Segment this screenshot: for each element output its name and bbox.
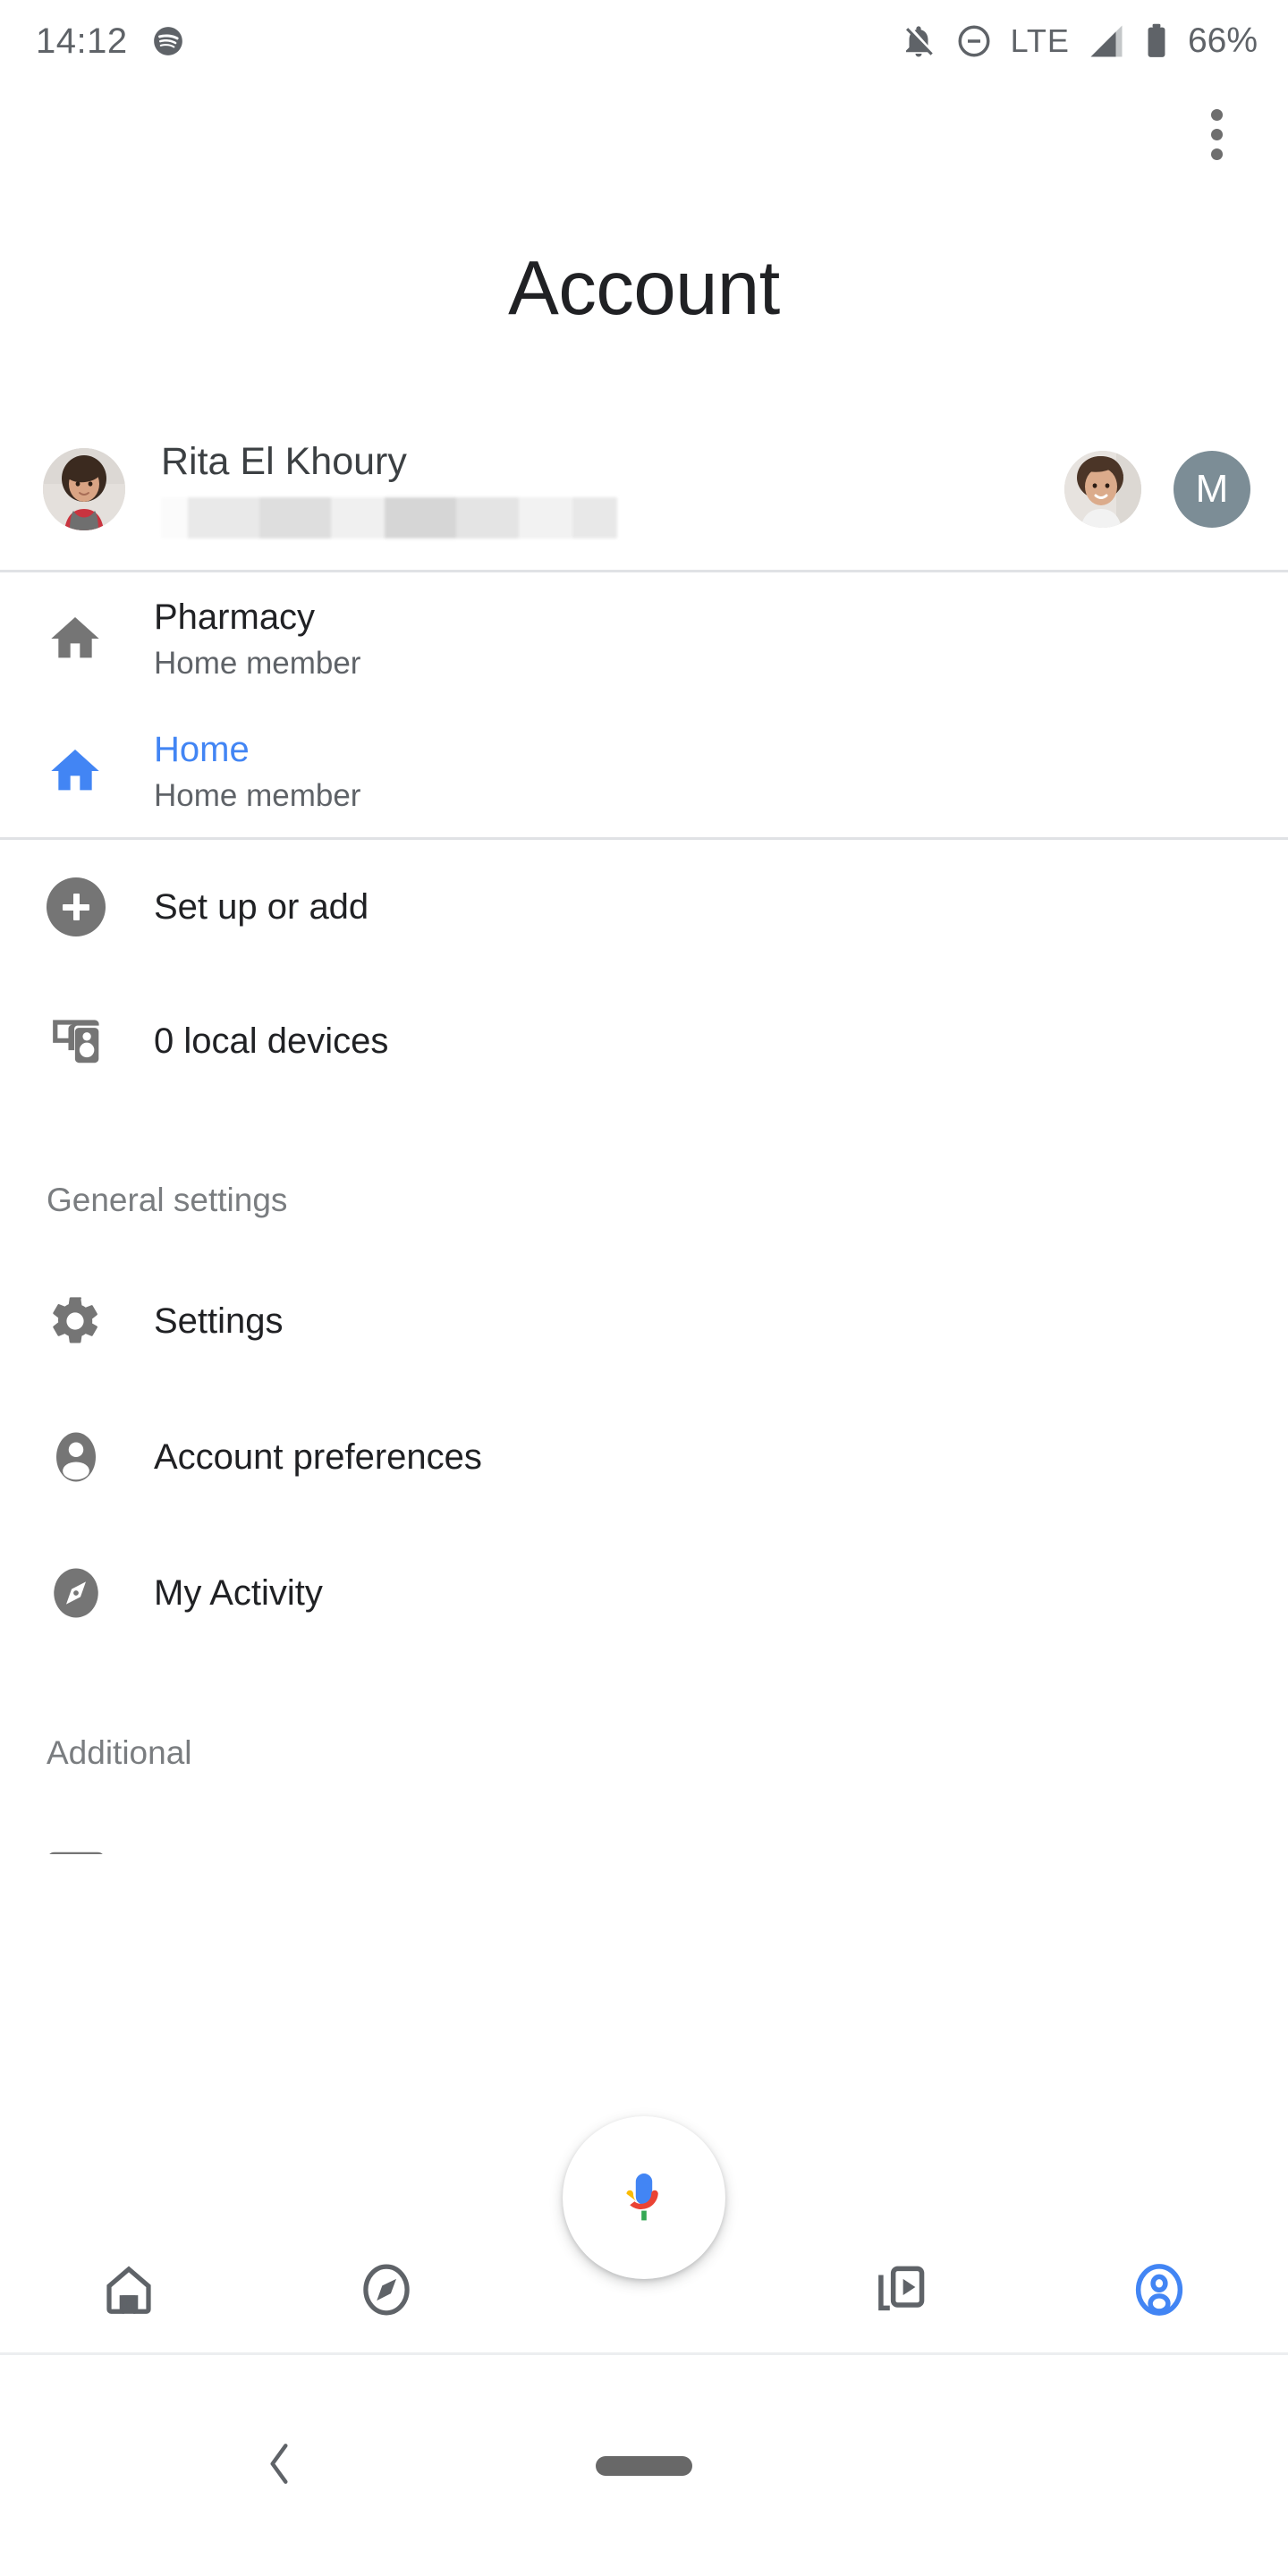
- android-navigation-bar: [0, 2352, 1288, 2576]
- section-header-general: General settings: [47, 1182, 288, 1218]
- account-circle-icon: [1130, 2260, 1189, 2324]
- gear-icon: [47, 1292, 116, 1350]
- homes-list: Pharmacy Home member Home Home member: [0, 572, 1288, 837]
- app-bar: [0, 82, 1288, 181]
- my-activity-item[interactable]: My Activity: [0, 1525, 1288, 1661]
- overflow-dot: [1210, 108, 1223, 121]
- actions-list: Set up or add 0 local devices: [0, 840, 1288, 1108]
- avatar-photo: [43, 448, 125, 530]
- status-time: 14:12: [36, 21, 128, 61]
- media-cast-icon: [872, 2260, 931, 2324]
- status-bar: 14:12 LTE 66%: [0, 0, 1288, 82]
- home-item-home[interactable]: Home Home member: [0, 705, 1288, 837]
- action-text: Set up or add: [154, 886, 369, 928]
- home-outline-icon: [99, 2260, 158, 2324]
- account-switcher: M: [1064, 451, 1250, 528]
- home-item-text: Pharmacy Home member: [154, 596, 360, 682]
- cast-speaker-icon: [47, 1012, 116, 1071]
- account-avatar-photo[interactable]: [1064, 451, 1141, 528]
- overflow-dot: [1210, 148, 1223, 160]
- action-title: 0 local devices: [154, 1021, 389, 1061]
- home-icon: [47, 610, 116, 667]
- account-preferences-text: Account preferences: [154, 1436, 482, 1479]
- home-item-subtitle: Home member: [154, 645, 361, 681]
- overflow-dot: [1210, 128, 1223, 140]
- plus-circle-icon: [47, 877, 116, 936]
- person-icon: [47, 1428, 116, 1487]
- plus-circle-shape: [47, 877, 106, 936]
- compass-icon: [47, 1563, 116, 1623]
- general-settings-list: Settings Account preferences My Activity: [0, 1253, 1288, 1661]
- signal-icon: [1088, 22, 1125, 60]
- nav-home[interactable]: [0, 2232, 258, 2352]
- my-activity-title: My Activity: [154, 1573, 323, 1613]
- set-up-or-add-button[interactable]: Set up or add: [0, 840, 1288, 974]
- profile-name: Rita El Khoury: [161, 440, 407, 484]
- home-icon: [47, 742, 116, 800]
- mirror-device-icon: [47, 1851, 116, 1854]
- home-item-title: Home: [154, 729, 250, 769]
- nav-media[interactable]: [773, 2232, 1030, 2352]
- spotify-icon: [151, 24, 185, 58]
- battery-percent: 66%: [1187, 21, 1258, 60]
- home-item-subtitle: Home member: [154, 777, 361, 813]
- back-chevron[interactable]: [259, 2436, 299, 2495]
- network-type-label: LTE: [1010, 22, 1070, 59]
- avatar[interactable]: [43, 448, 125, 530]
- google-assistant-mic-button[interactable]: [563, 2116, 725, 2279]
- nav-explore[interactable]: [258, 2232, 515, 2352]
- profile-row[interactable]: Rita El Khoury M: [0, 409, 1288, 570]
- additional-list: Mirror device: [0, 1806, 1288, 1854]
- status-bar-left: 14:12: [36, 21, 185, 62]
- status-bar-right: LTE 66%: [900, 21, 1258, 61]
- account-avatar-initial[interactable]: M: [1174, 451, 1250, 528]
- settings-item[interactable]: Settings: [0, 1253, 1288, 1389]
- home-item-title: Pharmacy: [154, 597, 316, 637]
- nav-account[interactable]: [1030, 2232, 1288, 2352]
- my-activity-text: My Activity: [154, 1572, 323, 1614]
- page-title: Account: [508, 246, 780, 331]
- battery-icon: [1143, 22, 1170, 60]
- compass-outline-icon: [357, 2260, 416, 2324]
- profile-email-redacted: [161, 496, 617, 538]
- home-item-text: Home Home member: [154, 728, 360, 815]
- do-not-disturb-icon: [955, 22, 993, 60]
- section-header-additional: Additional: [47, 1734, 192, 1771]
- local-devices-button[interactable]: 0 local devices: [0, 974, 1288, 1108]
- profile-text: Rita El Khoury: [161, 440, 1064, 538]
- account-preferences-title: Account preferences: [154, 1437, 482, 1477]
- home-item-pharmacy[interactable]: Pharmacy Home member: [0, 572, 1288, 705]
- microphone-icon: [626, 2174, 658, 2221]
- mirror-device-text: Mirror device: [154, 1852, 360, 1854]
- overflow-menu-button[interactable]: [1174, 91, 1259, 177]
- mirror-device-item[interactable]: Mirror device: [0, 1806, 1288, 1854]
- settings-item-text: Settings: [154, 1300, 284, 1343]
- mirror-device-title: Mirror device: [154, 1852, 360, 1854]
- account-preferences-item[interactable]: Account preferences: [0, 1389, 1288, 1525]
- action-title: Set up or add: [154, 887, 369, 927]
- notifications-off-icon: [900, 22, 937, 60]
- account-avatar-photo-image: [1064, 451, 1141, 528]
- home-pill[interactable]: [596, 2455, 692, 2476]
- action-text: 0 local devices: [154, 1020, 388, 1063]
- settings-item-title: Settings: [154, 1301, 284, 1341]
